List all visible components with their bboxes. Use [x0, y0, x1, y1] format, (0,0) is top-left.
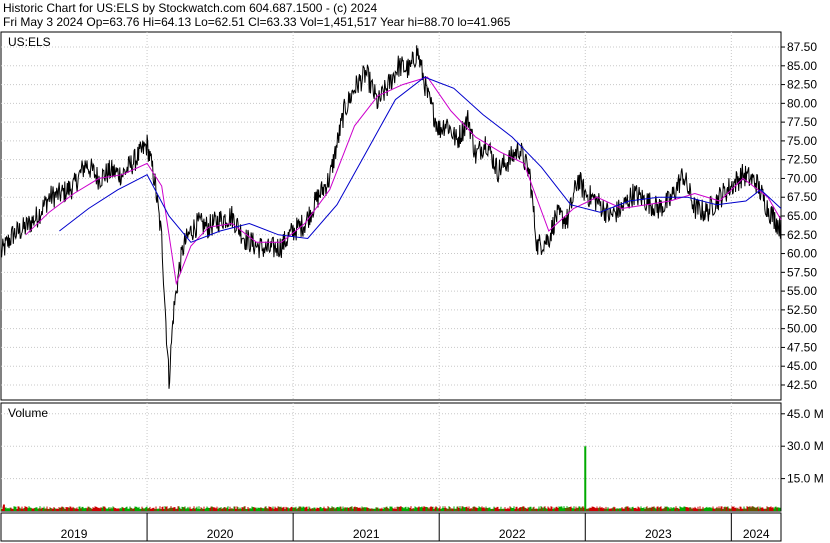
price-tick-label: 60.00: [787, 247, 817, 261]
price-tick-label: 55.00: [787, 284, 817, 298]
year-label: 2023: [645, 527, 672, 541]
price-tick-label: 45.00: [787, 359, 817, 373]
year-label: 2020: [207, 527, 234, 541]
price-tick-label: 50.00: [787, 322, 817, 336]
volume-tick-label: 15.0 M: [787, 472, 824, 486]
symbol-label: US:ELS: [8, 35, 51, 49]
year-label: 2024: [743, 527, 770, 541]
price-tick-label: 42.50: [787, 378, 817, 392]
price-tick-label: 72.50: [787, 153, 817, 167]
price-y-axis: 87.50 85.00 82.50 80.00 77.50 75.00 72.50 70.00…: [781, 40, 817, 392]
price-tick-label: 80.00: [787, 96, 817, 110]
year-label: 2019: [61, 527, 88, 541]
price-tick-label: 70.00: [787, 171, 817, 185]
price-tick-label: 62.50: [787, 228, 817, 242]
price-tick-label: 47.50: [787, 340, 817, 354]
price-tick-label: 77.50: [787, 115, 817, 129]
volume-tick-label: 45.0 M: [787, 407, 824, 421]
year-label: 2021: [353, 527, 380, 541]
price-tick-label: 82.50: [787, 78, 817, 92]
price-tick-label: 87.50: [787, 40, 817, 54]
volume-y-axis: 15.0 M 30.0 M 45.0 M: [781, 407, 824, 486]
price-tick-label: 52.50: [787, 303, 817, 317]
volume-tick-label: 30.0 M: [787, 439, 824, 453]
price-tick-label: 57.50: [787, 265, 817, 279]
volume-label: Volume: [8, 406, 48, 420]
volume-panel: [0, 402, 782, 512]
historic-chart: 87.50 85.00 82.50 80.00 77.50 75.00 72.50 70.00…: [0, 31, 824, 542]
price-tick-label: 85.00: [787, 59, 817, 73]
price-tick-label: 65.00: [787, 209, 817, 223]
price-tick-label: 67.50: [787, 190, 817, 204]
year-label: 2022: [499, 527, 526, 541]
price-tick-label: 75.00: [787, 134, 817, 148]
